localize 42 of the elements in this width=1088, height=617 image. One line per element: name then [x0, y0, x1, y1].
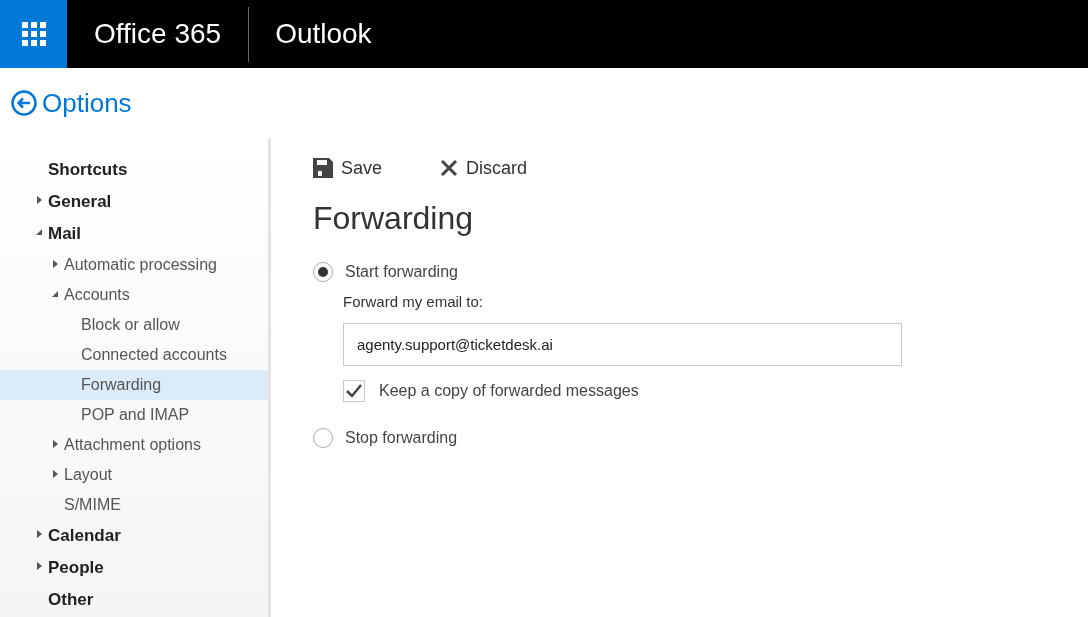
save-button[interactable]: Save — [313, 154, 383, 182]
email-input-field[interactable]: agenty.support@ticketdesk.ai — [343, 322, 902, 366]
radio-button[interactable] — [313, 427, 333, 448]
discard-button[interactable]: Discard — [440, 154, 528, 182]
radio-option[interactable]: Start forwarding — [313, 258, 1088, 286]
section-heading: Forwarding — [313, 199, 475, 238]
sidebar-item[interactable]: People — [0, 552, 268, 584]
page-title: Options — [42, 86, 132, 120]
back-icon[interactable] — [11, 90, 37, 116]
sidebar-item[interactable]: Calendar — [0, 520, 268, 552]
caret-icon — [36, 228, 43, 237]
sidebar-item[interactable]: Forwarding — [0, 370, 268, 400]
sidebar-item[interactable]: General — [0, 186, 268, 218]
sidebar-item[interactable]: Block or allow — [0, 310, 268, 340]
caret-icon — [52, 440, 59, 448]
caret-icon — [36, 530, 43, 539]
sidebar-item[interactable]: S/MIME — [0, 490, 268, 520]
app-launcher-button[interactable] — [0, 0, 67, 68]
sidebar-item[interactable]: Accounts — [0, 280, 268, 310]
brand-title: Office 365 — [94, 17, 222, 51]
field-label: Forward my email to: — [343, 292, 485, 312]
checkbox[interactable] — [343, 379, 365, 402]
caret-icon — [52, 260, 59, 268]
caret-icon — [36, 562, 43, 571]
caret-icon — [36, 196, 43, 205]
sidebar-item[interactable]: Shortcuts — [0, 154, 268, 186]
sidebar-item[interactable]: Attachment options — [0, 430, 268, 460]
radio-option[interactable]: Stop forwarding — [313, 423, 1088, 452]
sidebar-item[interactable]: Layout — [0, 460, 268, 490]
sidebar-item[interactable]: Other — [0, 584, 268, 616]
sidebar-item[interactable]: POP and IMAP — [0, 400, 268, 430]
checkbox-label: Keep a copy of forwarded messages — [379, 380, 639, 401]
sidebar-item[interactable]: Automatic processing — [0, 250, 268, 280]
sidebar-item[interactable]: Mail — [0, 218, 268, 250]
save-icon — [313, 158, 333, 178]
app-title: Outlook — [275, 17, 372, 51]
close-icon — [440, 159, 459, 177]
sidebar-item[interactable]: Connected accounts — [0, 340, 268, 370]
radio-button[interactable] — [313, 262, 333, 282]
caret-icon — [52, 290, 59, 298]
caret-icon — [52, 470, 59, 478]
waffle-icon — [21, 22, 46, 46]
